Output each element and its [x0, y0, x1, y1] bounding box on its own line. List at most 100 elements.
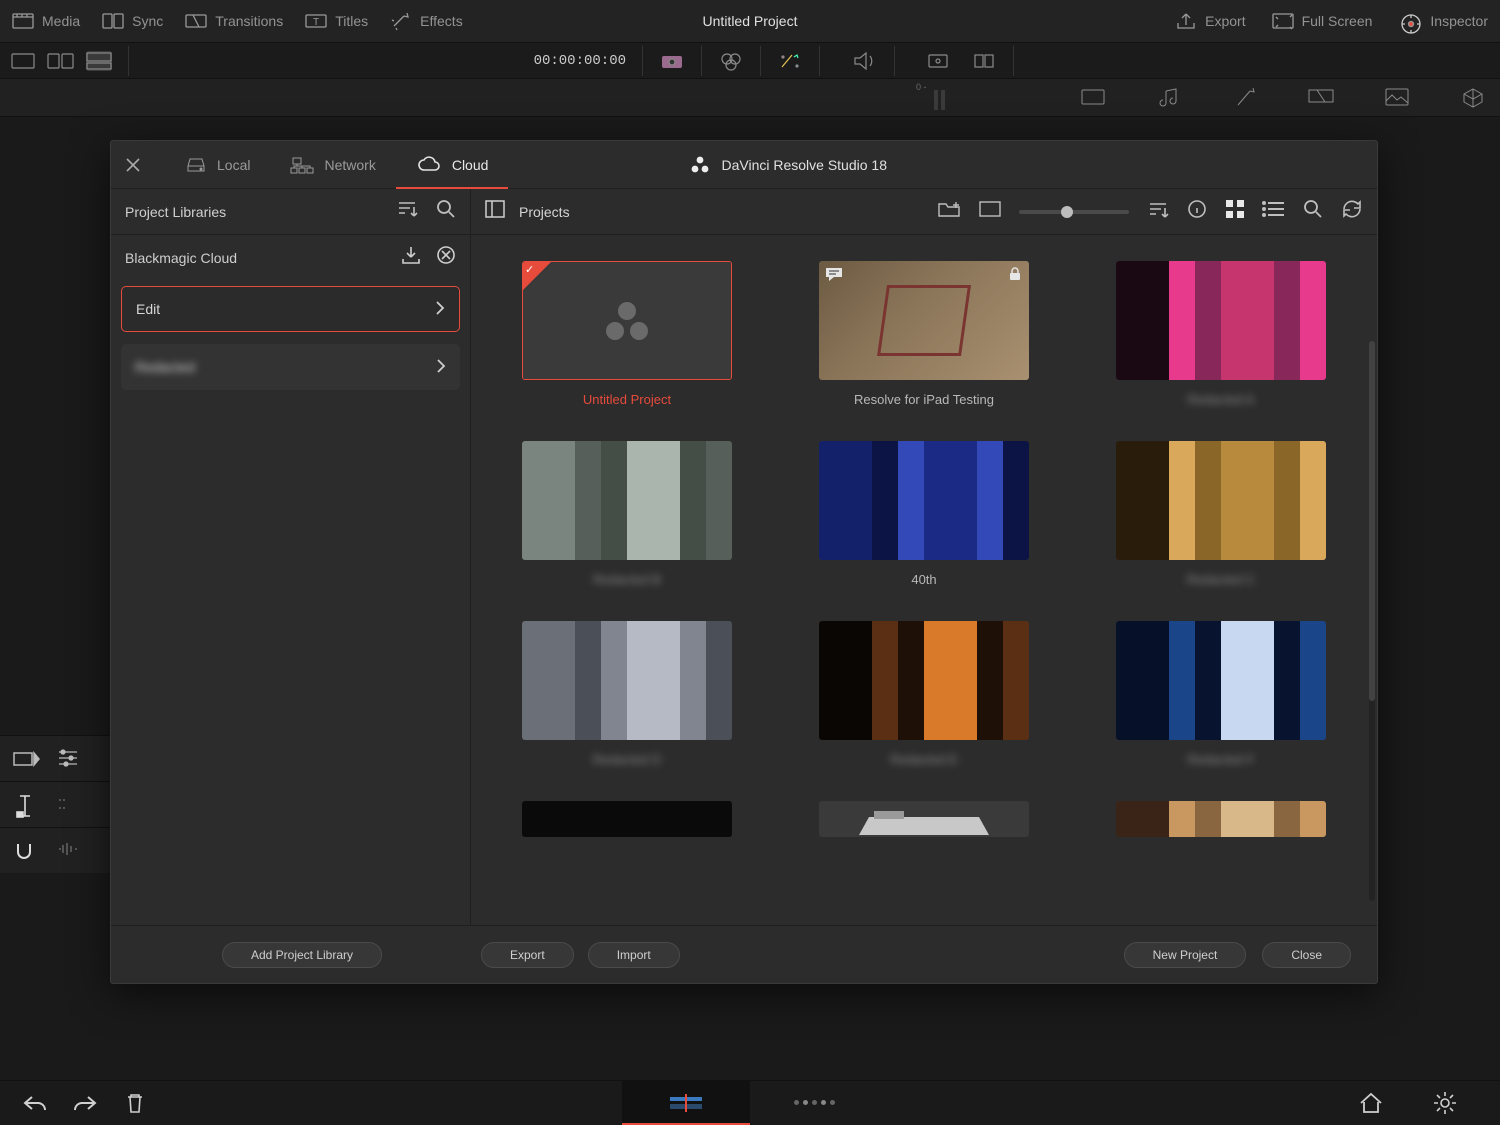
audio-peak-label: 0 - [916, 82, 927, 92]
cat-audio-icon[interactable] [1156, 87, 1182, 109]
effects-button[interactable]: Effects [390, 12, 463, 30]
export-project-button[interactable]: Export [481, 942, 574, 968]
projects-grid: Untitled Project Resolve for iPad Testing… [471, 235, 1377, 925]
project-card[interactable]: 40th [808, 441, 1040, 587]
page-cut[interactable] [622, 1081, 750, 1125]
import-project-button[interactable]: Import [588, 942, 680, 968]
trim-tool-icon[interactable] [56, 748, 82, 770]
titles-button[interactable]: T Titles [305, 12, 368, 30]
view-mode-a-icon[interactable] [10, 51, 36, 71]
view-mode-c-icon[interactable] [86, 51, 112, 71]
home-button[interactable] [1356, 1090, 1386, 1116]
sync-button[interactable]: Sync [102, 12, 163, 30]
project-card[interactable]: Resolve for iPad Testing [808, 261, 1040, 407]
info-icon[interactable] [1187, 199, 1207, 224]
fullscreen-button[interactable]: Full Screen [1272, 12, 1373, 30]
new-folder-icon[interactable] [937, 200, 961, 223]
app-brand: DaVinci Resolve Studio 18 [689, 154, 887, 176]
project-card[interactable] [808, 801, 1040, 837]
library-item-edit[interactable]: Edit [121, 286, 460, 332]
list-view-icon[interactable] [1263, 200, 1285, 223]
auto-color-icon[interactable] [777, 51, 803, 71]
cat-transitions-icon[interactable] [1308, 87, 1334, 109]
project-thumbnail[interactable] [1116, 441, 1326, 560]
project-card[interactable]: Redacted E [808, 621, 1040, 767]
cat-image-icon[interactable] [1384, 87, 1410, 109]
tab-cloud[interactable]: Cloud [396, 141, 509, 189]
project-thumbnail[interactable] [819, 621, 1029, 740]
panel-toggle-icon[interactable] [485, 200, 505, 223]
project-card[interactable]: Redacted D [511, 621, 743, 767]
export-label: Export [1205, 13, 1245, 29]
project-thumbnail[interactable] [1116, 261, 1326, 380]
transitions-button[interactable]: Transitions [185, 12, 283, 30]
remove-library-icon[interactable] [436, 245, 456, 270]
delete-button[interactable] [120, 1090, 150, 1116]
project-card[interactable]: Redacted A [1105, 261, 1337, 407]
cat-video-icon[interactable] [1080, 87, 1106, 109]
project-card[interactable] [1105, 801, 1337, 837]
tab-cloud-label: Cloud [452, 157, 489, 173]
titles-icon: T [305, 12, 327, 30]
chevron-right-icon [436, 359, 446, 376]
sort-projects-icon[interactable] [1147, 200, 1169, 223]
refresh-icon[interactable] [1341, 199, 1363, 224]
slip-tool-icon[interactable] [56, 794, 82, 816]
settings-button[interactable] [1430, 1090, 1460, 1116]
resolve-logo-icon [689, 154, 711, 176]
color-page-icon [794, 1100, 835, 1105]
project-thumbnail[interactable] [522, 261, 732, 380]
project-label: 40th [911, 572, 936, 587]
search-libraries-icon[interactable] [436, 199, 456, 224]
library-sidebar: Project Libraries Blackmagic Cloud Edit [111, 189, 471, 925]
fullscreen-icon [1272, 12, 1294, 30]
project-thumbnail[interactable] [1116, 801, 1326, 837]
project-thumbnail[interactable] [522, 801, 732, 837]
project-card[interactable]: Redacted B [511, 441, 743, 587]
thumbnail-size-slider[interactable] [1019, 210, 1129, 214]
page-color[interactable] [750, 1081, 878, 1125]
snap-tool-icon[interactable] [12, 840, 38, 862]
close-dialog-button[interactable]: Close [1262, 942, 1351, 968]
media-button[interactable]: Media [12, 12, 80, 30]
timecode-display[interactable]: 00:00:00:00 [534, 53, 626, 69]
tab-network[interactable]: Network [270, 141, 395, 189]
tab-local[interactable]: Local [165, 141, 270, 189]
cat-effects-icon[interactable] [1232, 87, 1258, 109]
speaker-icon[interactable] [852, 51, 878, 71]
close-dialog-x[interactable] [121, 153, 145, 177]
inspector-button[interactable]: Inspector [1398, 9, 1488, 33]
snapshot-icon[interactable] [659, 51, 685, 71]
search-projects-icon[interactable] [1303, 199, 1323, 224]
disk-icon [185, 156, 207, 174]
project-thumbnail[interactable] [819, 261, 1029, 380]
project-card[interactable]: Redacted F [1105, 621, 1337, 767]
download-library-icon[interactable] [400, 245, 422, 270]
redo-button[interactable] [70, 1090, 100, 1116]
library-item-redacted[interactable]: Redacted [121, 344, 460, 390]
aspect-icon[interactable] [979, 201, 1001, 222]
insert-tool-icon[interactable] [12, 748, 38, 770]
project-thumbnail[interactable] [522, 441, 732, 560]
audio-scrub-icon[interactable] [56, 840, 82, 862]
project-thumbnail[interactable] [522, 621, 732, 740]
project-card[interactable]: Untitled Project [511, 261, 743, 407]
new-project-button[interactable]: New Project [1124, 942, 1247, 968]
cat-3d-icon[interactable] [1460, 87, 1486, 109]
blade-tool-icon[interactable] [12, 794, 38, 816]
marker-icon[interactable] [925, 51, 951, 71]
grid-scrollbar[interactable] [1369, 341, 1375, 901]
project-card[interactable] [511, 801, 743, 837]
sort-libraries-icon[interactable] [396, 199, 418, 224]
grid-view-icon[interactable] [1225, 199, 1245, 224]
view-mode-b-icon[interactable] [48, 51, 74, 71]
project-thumbnail[interactable] [819, 801, 1029, 837]
project-card[interactable]: Redacted C [1105, 441, 1337, 587]
add-library-button[interactable]: Add Project Library [222, 942, 382, 968]
export-button[interactable]: Export [1175, 12, 1245, 30]
undo-button[interactable] [20, 1090, 50, 1116]
project-thumbnail[interactable] [819, 441, 1029, 560]
project-thumbnail[interactable] [1116, 621, 1326, 740]
bypass-color-icon[interactable] [718, 51, 744, 71]
split-view-icon[interactable] [971, 51, 997, 71]
